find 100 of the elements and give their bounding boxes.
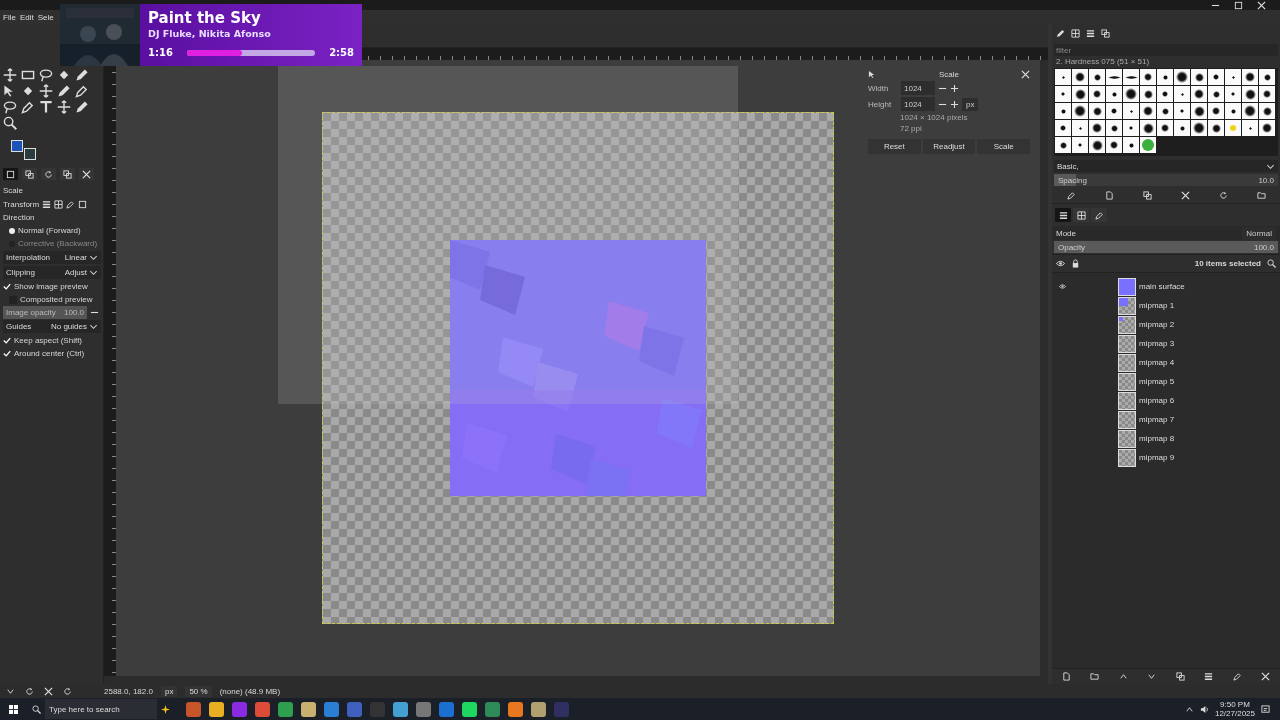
refresh-icon[interactable] (25, 686, 34, 696)
app-icon[interactable] (508, 701, 523, 717)
brush-thumbnail[interactable] (1089, 86, 1105, 102)
brush-thumbnail[interactable] (1259, 103, 1275, 119)
brush-thumbnail[interactable] (1191, 103, 1207, 119)
checkbox[interactable] (3, 336, 11, 345)
brush-thumbnail[interactable] (1191, 86, 1207, 102)
brush-thumbnail[interactable] (1208, 103, 1224, 119)
layer-row[interactable]: mipmap 1 (1052, 296, 1280, 315)
dock-tab[interactable] (1073, 208, 1089, 222)
brush-thumbnail[interactable] (1106, 69, 1122, 85)
pencil-icon[interactable] (1056, 28, 1065, 38)
filter-field[interactable]: filter (1054, 44, 1278, 56)
app-icon[interactable] (531, 701, 546, 717)
layer-row[interactable]: mipmap 4 (1052, 353, 1280, 372)
dock-tab[interactable] (60, 168, 75, 180)
text-icon[interactable] (39, 100, 53, 114)
brush-thumbnail[interactable] (1055, 86, 1071, 102)
close-icon[interactable] (44, 686, 53, 696)
brush-thumbnail[interactable] (1225, 69, 1241, 85)
app-icon[interactable] (209, 701, 224, 717)
grid-icon[interactable] (1071, 28, 1080, 38)
plus-icon[interactable] (950, 99, 959, 109)
brush-thumbnail[interactable] (1123, 120, 1139, 136)
layers-icon[interactable] (42, 200, 52, 209)
move-icon[interactable] (3, 68, 17, 82)
brush-thumbnail[interactable] (1089, 103, 1105, 119)
dock-tab[interactable] (79, 168, 94, 180)
layer-row[interactable]: mipmap 5 (1052, 372, 1280, 391)
brush-thumbnail[interactable] (1242, 86, 1258, 102)
dropdown[interactable]: Guides No guides (3, 320, 101, 333)
app-icon[interactable] (301, 701, 316, 717)
maximize-icon[interactable] (78, 200, 88, 209)
brush-thumbnail[interactable] (1072, 120, 1088, 136)
brush-thumbnail[interactable] (1089, 137, 1105, 153)
app-icon[interactable] (255, 701, 270, 717)
brush-thumbnail[interactable] (1123, 69, 1139, 85)
number-field[interactable]: 1024 (901, 81, 935, 95)
brush-thumbnail[interactable] (1106, 103, 1122, 119)
close-icon[interactable] (1180, 190, 1190, 200)
plus-icon[interactable] (950, 83, 959, 93)
app-icon[interactable] (186, 701, 201, 717)
rectangle-icon[interactable] (21, 68, 35, 82)
brush-thumbnail[interactable] (1208, 120, 1224, 136)
brush-thumbnail[interactable] (1072, 69, 1088, 85)
brush-thumbnail[interactable] (1140, 103, 1156, 119)
radio-button[interactable] (9, 227, 15, 234)
move-icon[interactable] (57, 100, 71, 114)
brush-thumbnail[interactable] (1055, 103, 1071, 119)
brush-thumbnail[interactable] (1157, 69, 1173, 85)
menu-item[interactable]: Edit (19, 12, 34, 22)
search-field[interactable]: Type here to search (45, 699, 157, 719)
unit-dropdown[interactable]: px (160, 685, 178, 697)
brush-thumbnail[interactable] (1157, 86, 1173, 102)
speaker-icon[interactable] (1199, 704, 1209, 714)
brush-thumbnail[interactable] (1055, 69, 1071, 85)
dropdown[interactable]: Clipping Adjust (3, 266, 101, 279)
menu-item[interactable]: File (3, 12, 16, 22)
search-icon[interactable] (3, 116, 17, 130)
search-icon[interactable] (1267, 259, 1276, 268)
brush-thumbnail[interactable] (1191, 120, 1207, 136)
brush-thumbnail[interactable] (1174, 120, 1190, 136)
number-field[interactable]: 1024 (901, 97, 935, 111)
brush-thumbnail[interactable] (1242, 103, 1258, 119)
brush-thumbnail[interactable] (1106, 137, 1122, 153)
brush-thumbnail[interactable] (1174, 69, 1190, 85)
menu-item[interactable]: Sele (37, 12, 54, 22)
background-color-swatch[interactable] (24, 148, 36, 160)
opacity-slider[interactable]: Image opacity 100.0 (3, 306, 87, 319)
dialog-button[interactable]: Reset (868, 139, 921, 154)
pencil-icon[interactable] (57, 84, 71, 98)
close-icon[interactable] (1021, 70, 1030, 79)
brush-thumbnail[interactable] (1242, 120, 1258, 136)
layer-row[interactable]: mipmap 9 (1052, 448, 1280, 467)
dock-tab[interactable] (1055, 208, 1071, 222)
eye-icon[interactable] (1056, 259, 1065, 268)
brush-thumbnail[interactable] (1123, 137, 1139, 153)
duplicate-icon[interactable] (1142, 190, 1152, 200)
notification-icon[interactable] (1261, 704, 1270, 714)
move-icon[interactable] (39, 84, 53, 98)
edit-icon[interactable] (1066, 190, 1076, 200)
folder-icon[interactable] (1090, 672, 1100, 681)
dialog-button[interactable]: Readjust (922, 139, 976, 154)
brush-thumbnail[interactable] (1259, 86, 1275, 102)
lasso-icon[interactable] (3, 100, 17, 114)
app-icon[interactable] (278, 701, 293, 717)
duplicate-icon[interactable] (1175, 672, 1185, 681)
brush-thumbnail[interactable] (1259, 69, 1275, 85)
app-icon[interactable] (393, 701, 408, 717)
brush-thumbnail[interactable] (1140, 69, 1156, 85)
brush-thumbnail[interactable] (1208, 69, 1224, 85)
brush-thumbnail[interactable] (1242, 69, 1258, 85)
layer-row[interactable]: main surface (1052, 277, 1280, 296)
close-icon[interactable] (1257, 0, 1266, 10)
brush-thumbnail[interactable] (1106, 120, 1122, 136)
brush-thumbnail[interactable] (1225, 120, 1241, 136)
dropdown[interactable]: Interpolation Linear (3, 251, 101, 264)
edit-icon[interactable] (66, 200, 76, 209)
opacity-slider[interactable]: Opacity 100.0 (1054, 241, 1278, 253)
eye-icon[interactable] (1058, 283, 1067, 290)
